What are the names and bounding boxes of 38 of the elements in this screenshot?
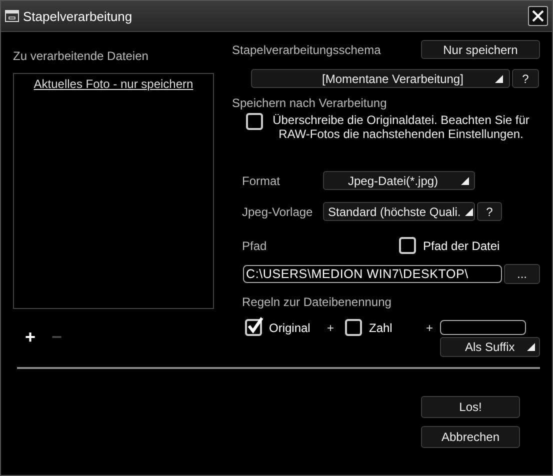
close-icon[interactable] <box>528 6 548 26</box>
suffix-field[interactable] <box>440 320 526 335</box>
schema-dropdown[interactable]: [Momentane Verarbeitung] <box>251 69 510 88</box>
format-label: Format <box>242 174 282 188</box>
dropdown-arrow-icon <box>464 208 473 216</box>
dropdown-arrow-icon <box>461 176 469 184</box>
jpeg-preset-label: Jpeg-Vorlage <box>242 204 314 218</box>
checkbox[interactable] <box>399 237 416 254</box>
checkbox[interactable] <box>345 319 362 336</box>
file-path-option: Pfad der Datei <box>423 238 500 252</box>
plus-sign: + <box>327 320 336 334</box>
help-button[interactable]: ? <box>477 202 502 221</box>
format-dropdown[interactable]: Jpeg-Datei(*.jpg) <box>323 171 475 190</box>
window-icon <box>5 10 19 22</box>
path-label: Pfad <box>242 238 268 252</box>
schema-label: Stapelverarbeitungsschema <box>232 42 381 56</box>
path-field[interactable]: C:\USERS\MEDION WIN7\DESKTOP\ <box>243 265 502 283</box>
dialog-button[interactable]: Abbrechen <box>421 426 520 448</box>
position-dropdown[interactable]: Als Suffix <box>440 337 540 357</box>
dropdown-arrow-icon <box>527 343 535 351</box>
save-only-button[interactable]: Nur speichern <box>421 40 540 59</box>
browse-button[interactable]: ... <box>504 264 540 284</box>
add-button[interactable]: + <box>25 327 36 348</box>
save-label: Speichern nach Verarbeitung <box>232 96 388 110</box>
checkbox[interactable] <box>245 319 262 336</box>
number-option: Zahl <box>369 320 426 334</box>
naming-label: Regeln zur Dateibenennung <box>242 295 392 309</box>
window-title: Stapelverarbeitung <box>23 8 134 24</box>
plus-sign: + <box>426 320 434 334</box>
dropdown-arrow-icon <box>495 74 503 82</box>
jpeg-preset-dropdown[interactable]: Standard (höchste Quali. <box>323 202 475 221</box>
files-label: Zu verarbeitende Dateien <box>13 49 148 63</box>
original-option: Original <box>269 320 327 334</box>
file-list-item[interactable]: Aktuelles Foto - nur speichern <box>34 77 194 91</box>
overwrite-option: Überschreibe die Originaldatei. Beachten Sie für RAW-Fotos die nachstehenden Einstellungen. <box>270 113 532 141</box>
help-button[interactable]: ? <box>512 69 539 88</box>
checkbox[interactable] <box>246 113 263 130</box>
dialog-button[interactable]: Los! <box>421 396 520 418</box>
